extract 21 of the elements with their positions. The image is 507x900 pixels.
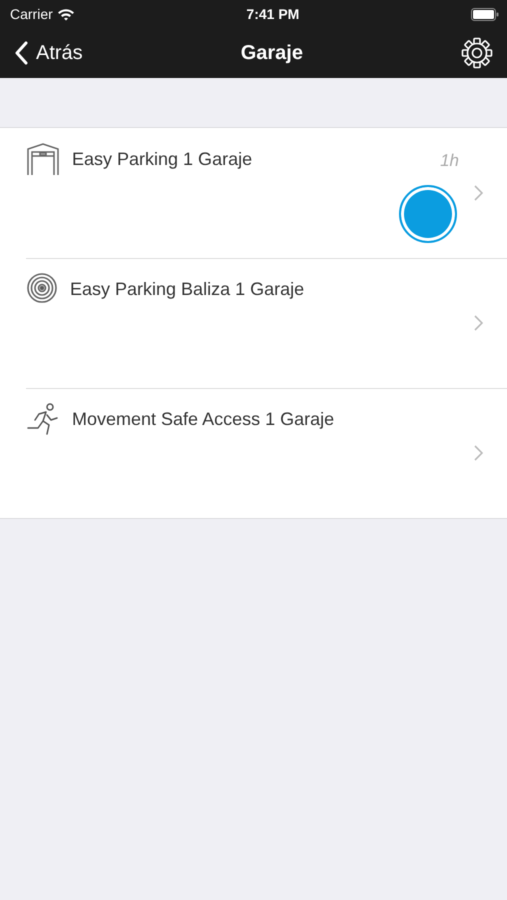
beacon-icon: [26, 272, 58, 304]
device-row[interactable]: Movement Safe Access 1 Garaje: [0, 388, 507, 518]
settings-button[interactable]: [460, 37, 493, 69]
carrier-label: Carrier: [10, 4, 53, 24]
back-chevron-icon: [14, 41, 28, 65]
device-row[interactable]: Easy Parking Baliza 1 Garaje: [0, 258, 507, 388]
status-time: 7:41 PM: [246, 4, 300, 24]
elapsed-time: 1h: [440, 150, 459, 172]
running-person-icon: [26, 402, 60, 436]
wifi-icon: [56, 8, 75, 20]
back-button[interactable]: Atrás: [14, 38, 83, 68]
device-name: Easy Parking Baliza 1 Garaje: [70, 278, 304, 301]
garage-icon: [26, 142, 60, 176]
device-name: Easy Parking 1 Garaje: [72, 148, 252, 171]
chevron-icon: [474, 445, 483, 461]
battery-icon: [470, 8, 499, 20]
chevron-icon: [474, 185, 483, 201]
device-name: Movement Safe Access 1 Garaje: [72, 408, 334, 431]
screen-title: Garaje: [240, 41, 303, 66]
device-row[interactable]: Easy Parking 1 Garaje 1h: [0, 128, 507, 258]
chevron-icon: [474, 315, 483, 331]
